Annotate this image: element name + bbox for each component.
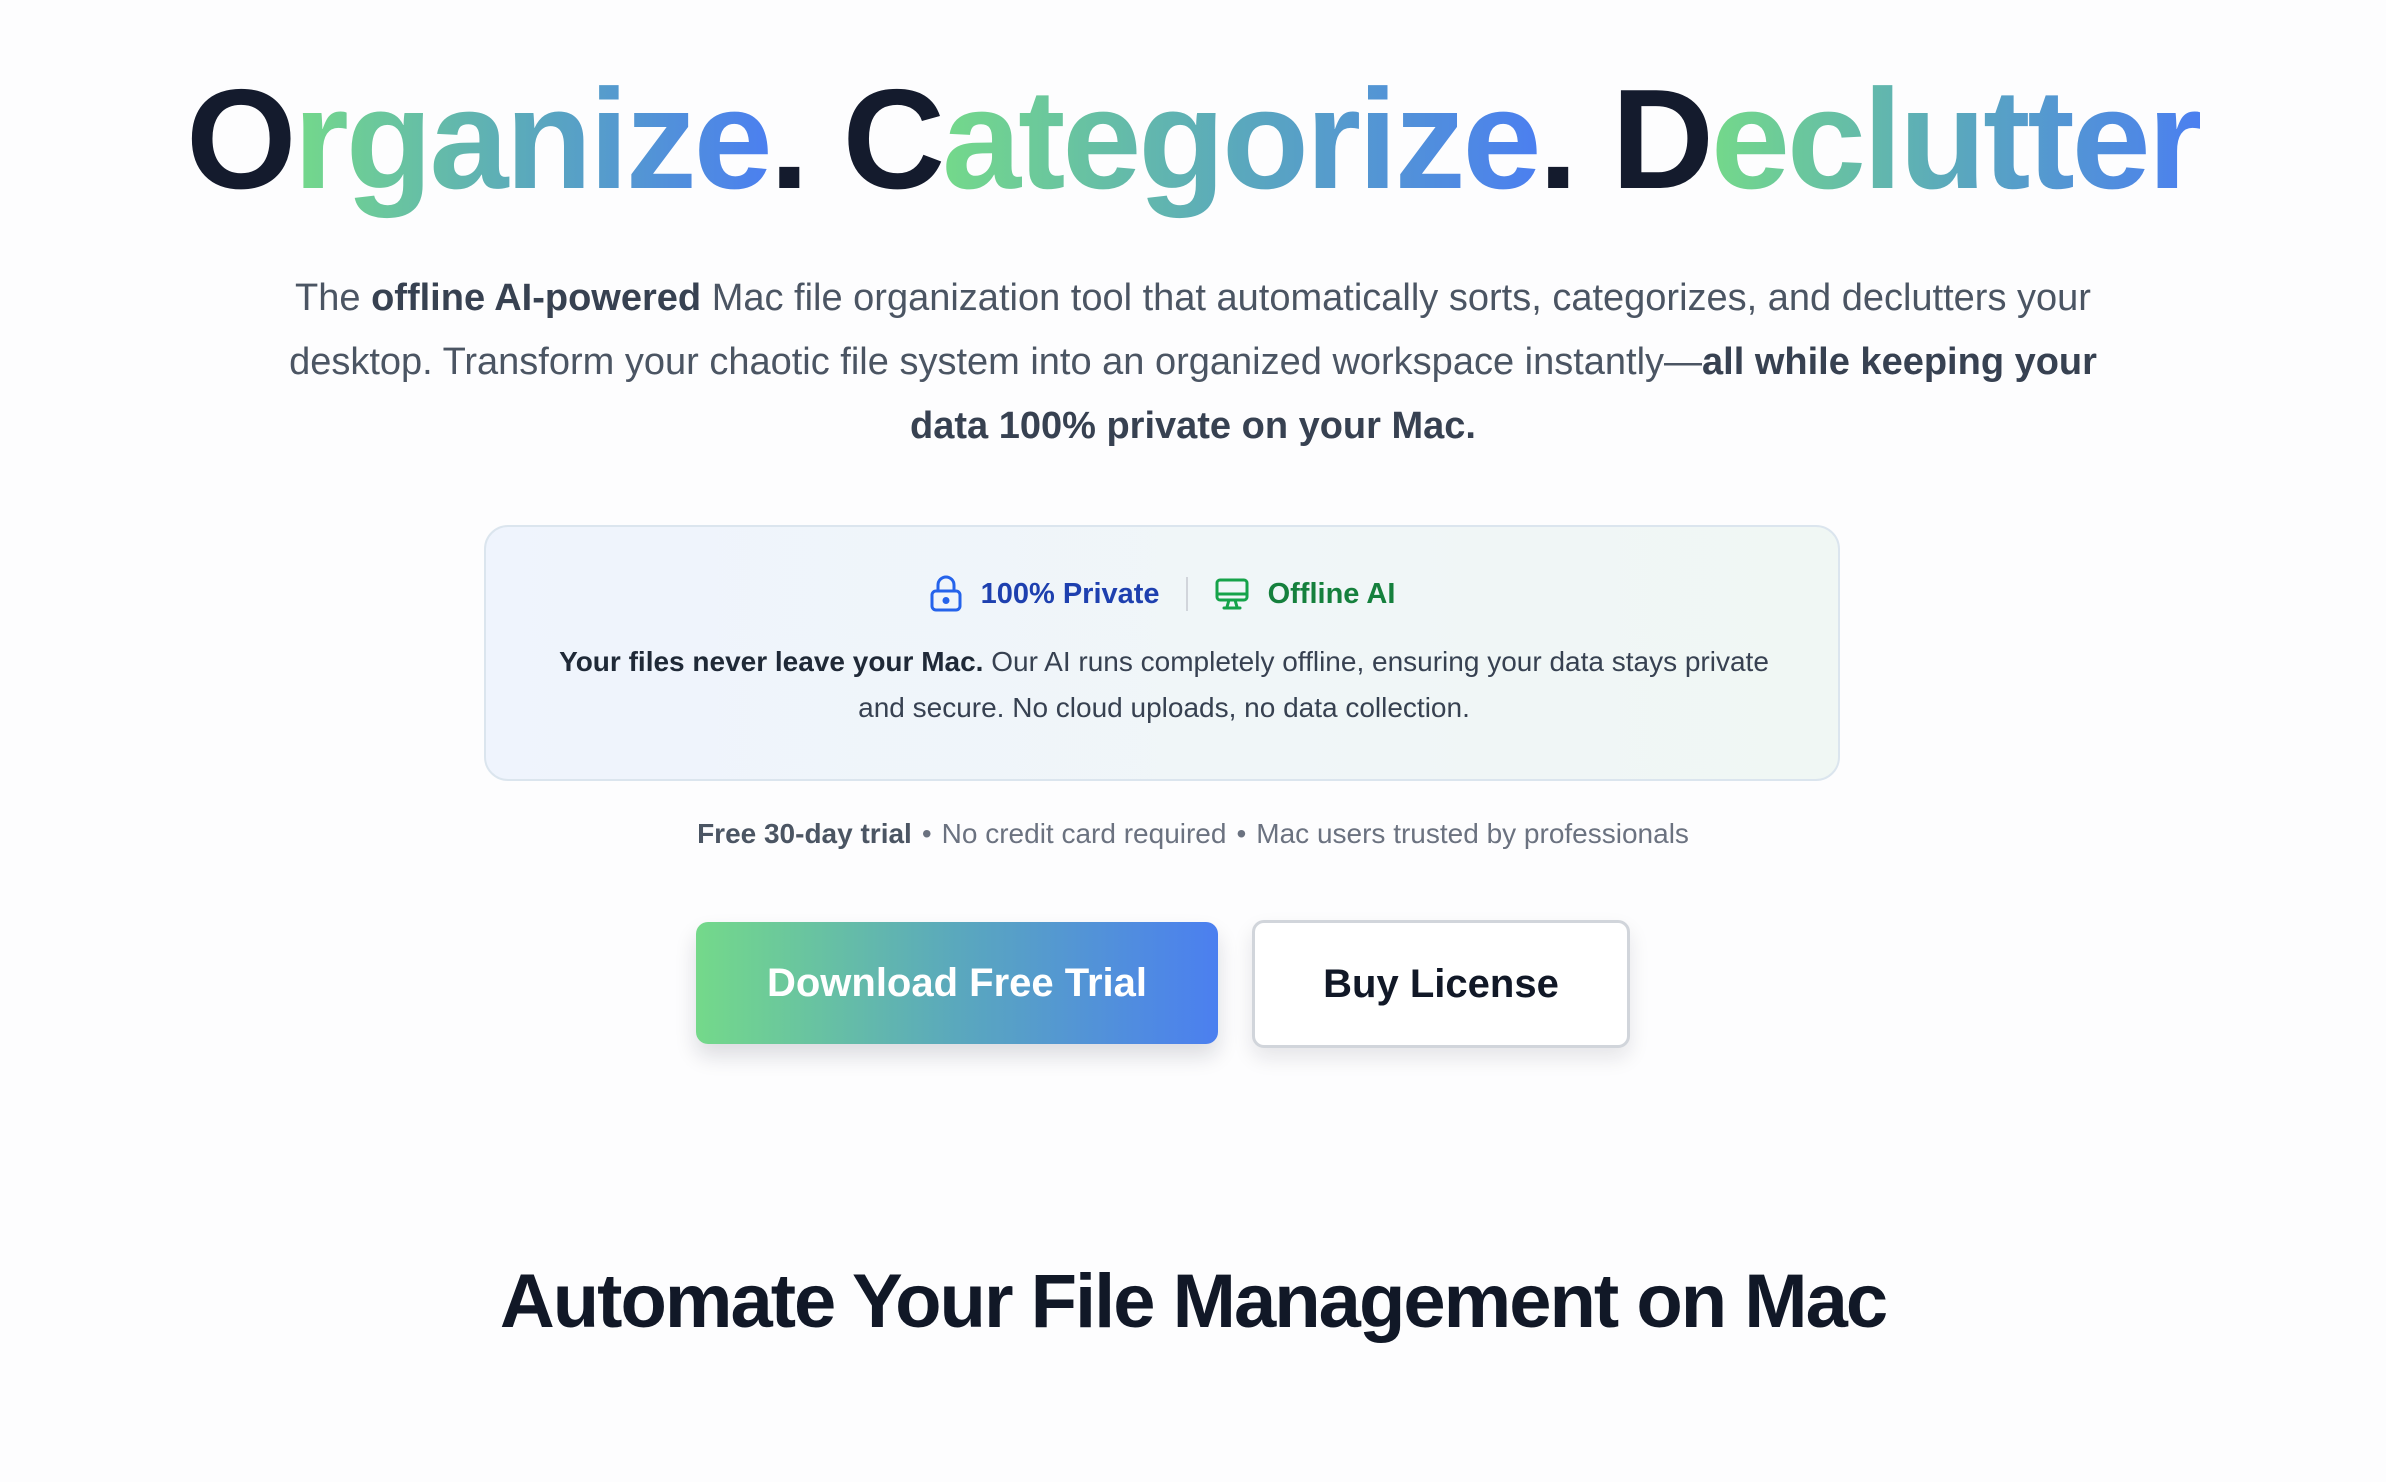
hero-title-rganize: rganize (293, 60, 773, 219)
hero-title-letter-c: C (842, 60, 946, 219)
trial-info-separator-2: • (1236, 818, 1247, 849)
trial-info-separator-1: • (921, 818, 932, 849)
trial-info: Free 30-day trial • No credit card require… (0, 814, 2386, 854)
hero-title: Organize. Categorize. Declutter (0, 60, 2386, 220)
hero-title-dot-1: . (769, 60, 843, 219)
offline-ai-badge-label: Offline AI (1267, 577, 1396, 610)
trial-info-trusted: Mac users trusted by professionals (1256, 818, 1689, 849)
private-badge-label: 100% Private (980, 577, 1160, 610)
landing-page: Organize. Categorize. Declutter The offl… (0, 0, 2386, 1482)
section-heading: Automate Your File Management on Mac (499, 1259, 1888, 1344)
hero-title-ategorize: ategorize (942, 60, 1541, 219)
buy-license-button[interactable]: Buy License (1252, 920, 1630, 1048)
hero-title-letter-d: D (1611, 60, 1714, 219)
hero-subtitle-part-1: The (295, 277, 372, 319)
lock-icon (930, 575, 962, 612)
privacy-card: 100% Private Offline AI Your files never… (484, 525, 1840, 781)
private-badge: 100% Private (929, 575, 1160, 613)
download-free-trial-button[interactable]: Download Free Trial (696, 922, 1218, 1044)
privacy-text-bold: Your files never leave your Mac. (559, 646, 984, 677)
privacy-badge-row: 100% Private Offline AI (486, 575, 1838, 613)
offline-ai-badge: Offline AI (1214, 576, 1396, 612)
hero-title-letter-o: O (186, 60, 296, 219)
monitor-icon (1215, 578, 1249, 610)
badge-divider (1185, 577, 1188, 611)
hero-title-eclutter: eclutter (1710, 60, 2203, 219)
trial-info-free-trial: Free 30-day trial (697, 818, 912, 849)
hero-subtitle-bold-1: offline AI-powered (371, 277, 702, 319)
hero-subtitle: The offline AI-powered Mac file organiza… (270, 266, 2116, 458)
trial-info-no-credit-card: No credit card required (941, 818, 1227, 849)
privacy-text: Your files never leave your Mac. Our AI … (556, 639, 1772, 731)
privacy-text-rest: Our AI runs completely offline, ensuring… (858, 646, 1769, 723)
hero-title-dot-2: . (1538, 60, 1612, 219)
